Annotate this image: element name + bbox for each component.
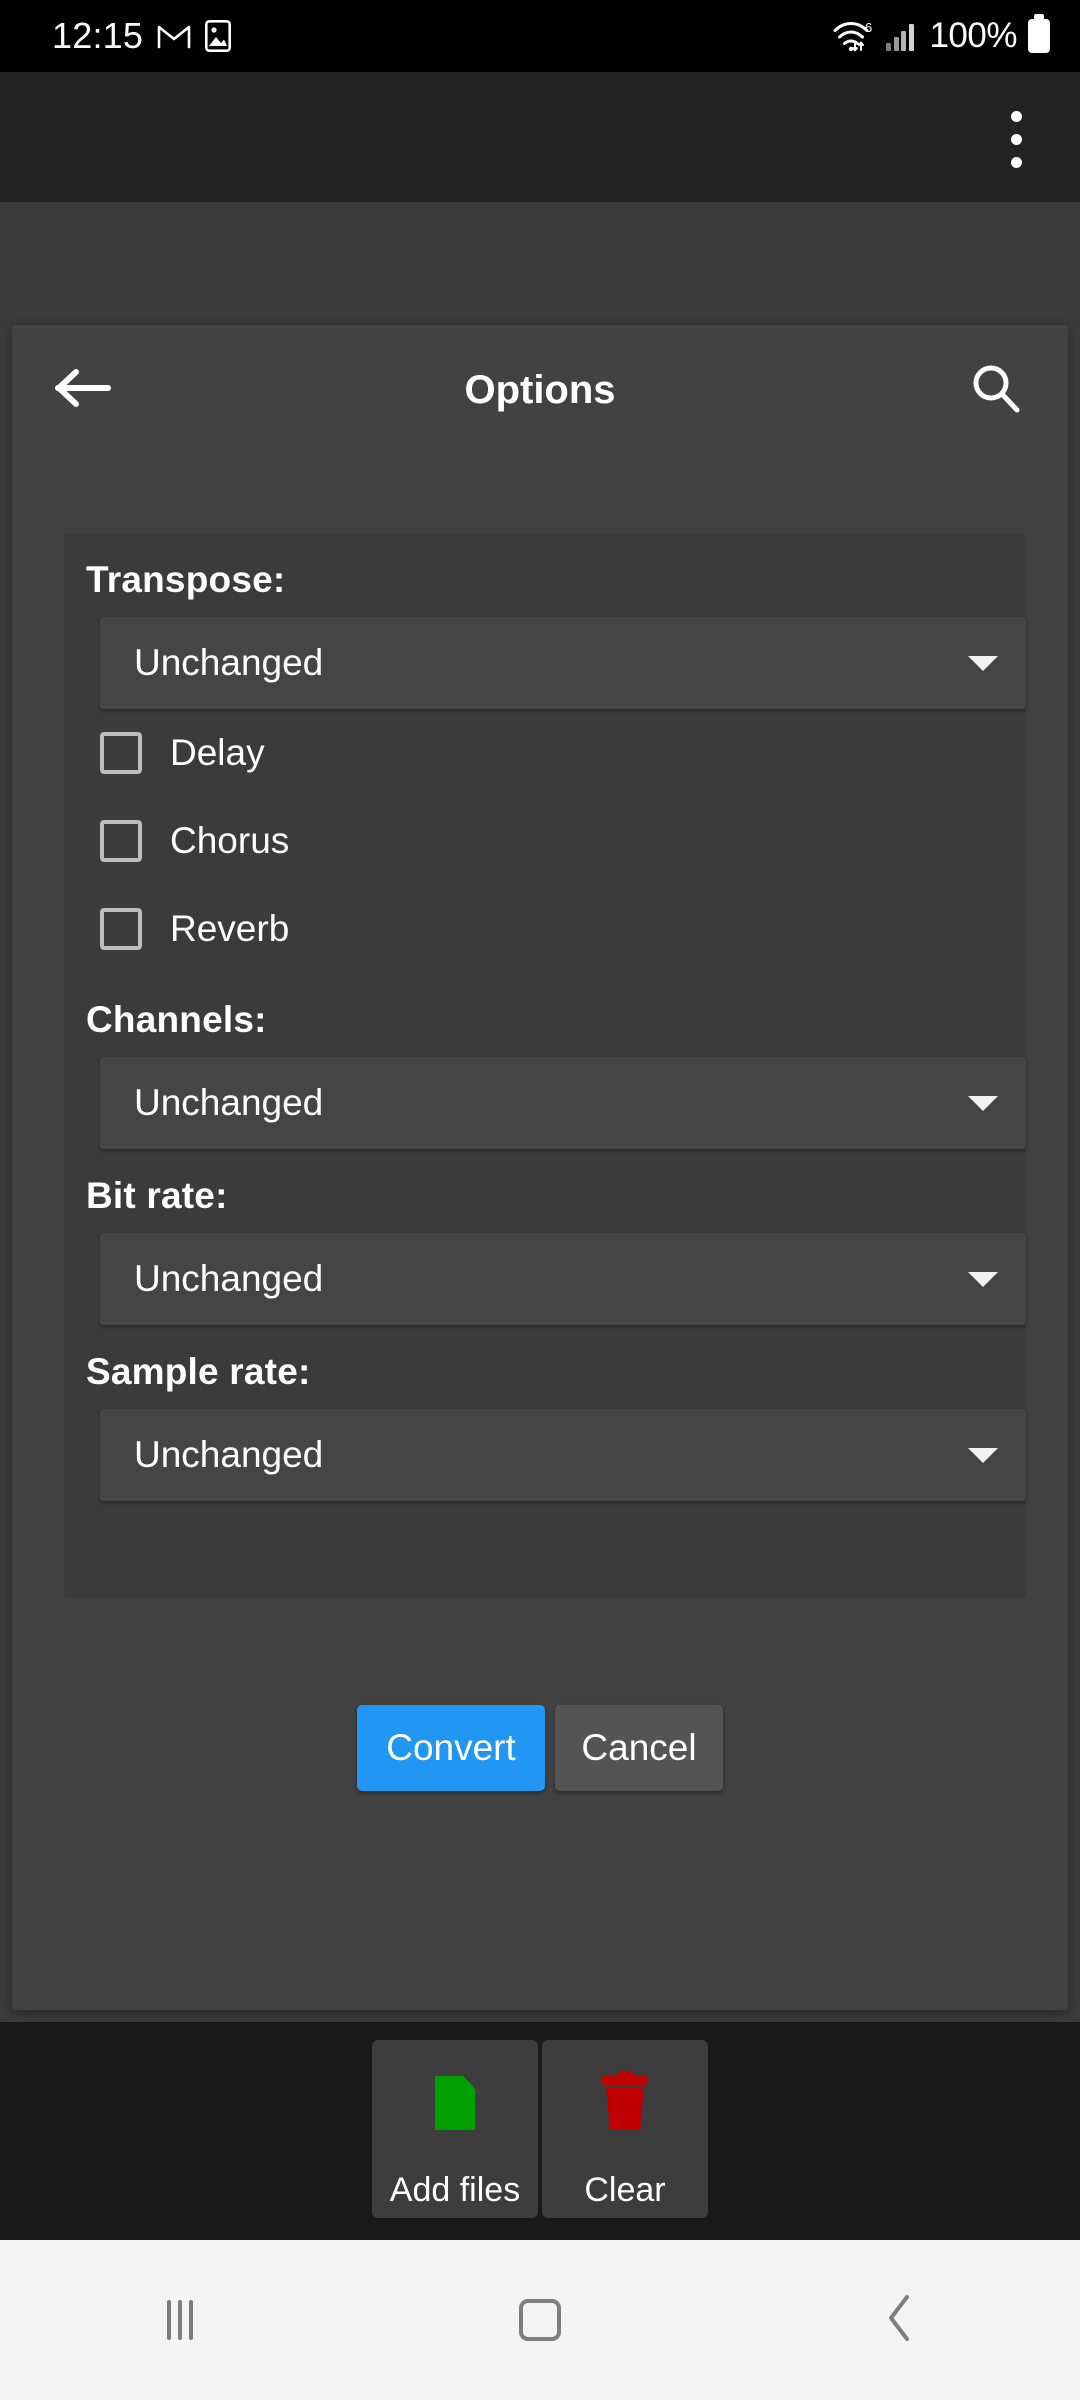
add-files-label: Add files [389,2171,521,2209]
delay-label: Delay [170,732,265,773]
transpose-spinner[interactable]: Unchanged [100,617,1026,709]
transpose-label: Transpose: [86,559,286,600]
dialog-title: Options [464,367,616,412]
reverb-checkbox[interactable] [100,908,142,950]
checkbox-row-delay[interactable]: Delay [64,709,1026,797]
svg-text:6: 6 [865,20,872,35]
home-icon [519,2299,561,2341]
trash-icon [602,2071,648,2130]
sample-rate-value: Unchanged [134,1434,324,1475]
channels-value: Unchanged [134,1082,324,1123]
options-panel: Transpose: Unchanged Delay Chorus Reverb… [64,533,1026,1598]
overflow-menu-icon[interactable] [994,94,1038,184]
dialog-title-bar: Options [12,325,1068,455]
wifi-icon: 6 [833,19,875,53]
status-bar-left: 12:15 [52,15,232,57]
chorus-checkbox[interactable] [100,820,142,862]
back-chevron-icon [883,2293,917,2348]
status-bar-right: 6 100% [833,14,1050,56]
chorus-label: Chorus [170,820,290,861]
bit-rate-value: Unchanged [134,1258,324,1299]
channels-spinner[interactable]: Unchanged [100,1057,1026,1149]
reverb-label: Reverb [170,908,290,949]
dialog-actions: Convert Cancel [12,1705,1068,1791]
checkbox-row-reverb[interactable]: Reverb [64,885,1026,973]
bottom-toolbar: Add files Clear [0,2022,1080,2240]
clear-button[interactable]: Clear [542,2040,708,2218]
search-icon [970,362,1022,419]
bit-rate-label: Bit rate: [86,1175,228,1216]
chevron-down-icon [968,1095,998,1111]
nav-back-button[interactable] [720,2240,1080,2400]
delay-checkbox[interactable] [100,732,142,774]
channels-label: Channels: [86,999,267,1040]
nav-home-button[interactable] [360,2240,720,2400]
search-button[interactable] [960,354,1032,426]
status-bar: 12:15 6 100% [0,0,1080,72]
add-files-button[interactable]: Add files [372,2040,538,2218]
bit-rate-spinner[interactable]: Unchanged [100,1233,1026,1325]
battery-icon [1028,14,1050,53]
chevron-down-icon [968,655,998,671]
chevron-down-icon [968,1271,998,1287]
arrow-left-icon [55,366,113,415]
options-dialog: Options Transpose: Unchanged Delay Choru… [12,325,1068,2010]
sample-rate-spinner[interactable]: Unchanged [100,1409,1026,1501]
chevron-down-icon [968,1447,998,1463]
system-nav-bar [0,2240,1080,2400]
gmail-icon [157,23,191,49]
back-button[interactable] [48,354,120,426]
recents-icon [167,2300,193,2340]
transpose-value: Unchanged [134,642,324,683]
status-clock: 12:15 [52,15,144,56]
battery-percent-label: 100% [929,16,1017,55]
clear-label: Clear [584,2171,666,2209]
cancel-button[interactable]: Cancel [555,1705,723,1791]
sample-rate-label: Sample rate: [86,1351,311,1392]
app-bar [0,72,1080,202]
phone-screen: 12:15 6 100% Options Transpose: Unchange… [0,0,1080,2400]
nav-recents-button[interactable] [0,2240,360,2400]
checkbox-row-chorus[interactable]: Chorus [64,797,1026,885]
file-icon [435,2076,475,2130]
convert-button[interactable]: Convert [357,1705,545,1791]
photos-icon [205,19,232,52]
cellular-signal-icon [886,21,918,51]
